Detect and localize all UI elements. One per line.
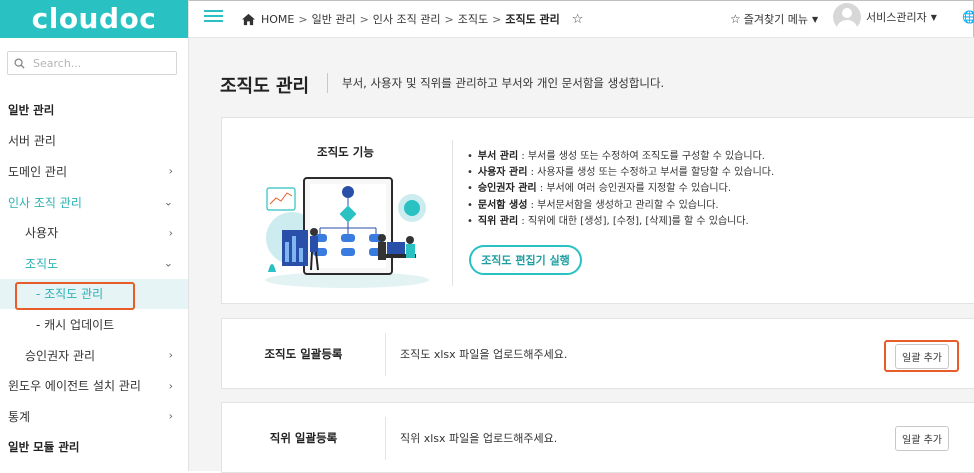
features-divider xyxy=(452,140,453,286)
favorites-menu[interactable]: ☆ 즐겨찾기 메뉴 ▼ xyxy=(730,11,818,27)
sidebar-item-label: 서버 관리 xyxy=(8,134,56,149)
sidebar-item-approver[interactable]: 승인권자 관리 › xyxy=(0,340,188,371)
globe-icon[interactable]: 🌐 xyxy=(962,10,974,24)
sidebar-section-modules: 일반 모듈 관리 xyxy=(8,439,80,454)
logo[interactable]: cloudoc xyxy=(32,5,157,33)
chevron-right-icon: › xyxy=(168,409,173,423)
bulk-position-description: 직위 xlsx 파일을 업로드해주세요. xyxy=(400,431,558,445)
sidebar-item-label: 도메인 관리 xyxy=(8,164,68,179)
user-menu[interactable]: 서비스관리자 ▼ xyxy=(833,3,937,31)
favorites-label: 즐겨찾기 메뉴 xyxy=(743,13,808,26)
menu-toggle-icon[interactable] xyxy=(204,7,223,25)
sidebar: cloudoc 일반 관리 서버 관리 도메인 관리 › 인사 조직 관리 ⌄ … xyxy=(0,0,189,471)
avatar xyxy=(833,3,861,31)
user-name: 서비스관리자 xyxy=(866,11,927,24)
sidebar-item-cache-update[interactable]: - 캐시 업데이트 xyxy=(0,309,188,340)
bulk-org-description: 조직도 xlsx 파일을 업로드해주세요. xyxy=(400,347,568,361)
chevron-right-icon: › xyxy=(168,164,173,178)
bulk-position-card: 직위 일괄등록 직위 xlsx 파일을 업로드해주세요. 일괄 추가 xyxy=(221,402,974,473)
row-divider xyxy=(385,417,386,460)
breadcrumb-separator: > xyxy=(359,12,369,26)
sidebar-item-orgchart-manage[interactable]: - 조직도 관리 xyxy=(0,278,188,310)
sidebar-item-hr-org[interactable]: 인사 조직 관리 ⌄ xyxy=(0,187,188,218)
sidebar-item-windows-agent[interactable]: 윈도우 에이전트 설치 관리 › xyxy=(0,370,188,401)
sidebar-item-label: - 캐시 업데이트 xyxy=(36,317,115,332)
search-input[interactable] xyxy=(31,55,161,71)
bulk-org-label: 조직도 일괄등록 xyxy=(264,346,343,361)
breadcrumb-separator: > xyxy=(444,12,454,26)
logo-bar: cloudoc xyxy=(0,0,188,38)
features-list: 부서 관리 : 부서를 생성 또는 수정하여 조직도를 구성할 수 있습니다. … xyxy=(467,149,774,230)
caret-down-icon: ▼ xyxy=(811,14,819,24)
features-title: 조직도 기능 xyxy=(317,145,374,159)
sidebar-item-label: 승인권자 관리 xyxy=(25,348,96,363)
bulk-org-add-button[interactable]: 일괄 추가 xyxy=(895,344,949,369)
breadcrumb-general[interactable]: 일반 관리 xyxy=(312,11,356,27)
sidebar-nav: 일반 관리 서버 관리 도메인 관리 › 인사 조직 관리 ⌄ 사용자 › 조직… xyxy=(0,95,188,462)
sidebar-item-label: 사용자 xyxy=(25,226,59,241)
feature-item: 직위 관리 : 직위에 대한 [생성], [수정], [삭제]를 할 수 있습니… xyxy=(467,214,774,230)
breadcrumb-separator: > xyxy=(298,12,308,26)
sidebar-item-label: 조직도 xyxy=(25,256,59,271)
search-box[interactable] xyxy=(7,51,177,75)
chevron-right-icon: › xyxy=(168,379,173,393)
bulk-position-label: 직위 일괄등록 xyxy=(269,430,338,445)
features-card: 조직도 기능 • 부서 관리: 부서를 생성 또는 수정하여 조직도를 구성할… xyxy=(221,117,974,304)
chevron-down-icon: ⌄ xyxy=(163,256,173,270)
orgchart-illustration xyxy=(265,177,429,288)
sidebar-item-domain[interactable]: 도메인 관리 › xyxy=(0,156,188,187)
top-header: HOME > 일반 관리 > 인사 조직 관리 > 조직도 > 조직도 관리 ☆… xyxy=(189,0,974,38)
row-divider xyxy=(385,333,386,376)
feature-item: 승인권자 관리 : 부서에 여러 승인권자를 지정할 수 있습니다. xyxy=(467,181,774,197)
sidebar-item-label: 윈도우 에이전트 설치 관리 xyxy=(8,379,141,394)
main-content: 조직도 관리 부서, 사용자 및 직위를 관리하고 부서와 개인 문서함을 생성… xyxy=(189,38,974,473)
page-description: 부서, 사용자 및 직위를 관리하고 부서와 개인 문서함을 생성합니다. xyxy=(342,76,665,90)
sidebar-item-stats[interactable]: 통계 › xyxy=(0,401,188,432)
sidebar-item-orgchart[interactable]: 조직도 ⌄ xyxy=(0,248,188,279)
orgchart-editor-button[interactable]: 조직도 편집기 실행 xyxy=(469,245,582,275)
breadcrumb-current: 조직도 관리 xyxy=(505,13,560,26)
sidebar-item-users[interactable]: 사용자 › xyxy=(0,217,188,248)
chevron-right-icon: › xyxy=(168,226,173,240)
feature-item: 사용자 관리 : 사용자를 생성 또는 수정하고 부서를 할당할 수 있습니다. xyxy=(467,165,774,181)
sidebar-item-label: 통계 xyxy=(8,409,31,424)
title-divider xyxy=(327,73,328,93)
star-icon[interactable]: ☆ xyxy=(572,12,584,27)
bulk-org-card: 조직도 일괄등록 조직도 xlsx 파일을 업로드해주세요. 일괄 추가 xyxy=(221,318,974,389)
sidebar-item-server[interactable]: 서버 관리 xyxy=(0,126,188,157)
feature-item: 부서 관리 : 부서를 생성 또는 수정하여 조직도를 구성할 수 있습니다. xyxy=(467,149,774,165)
home-icon[interactable] xyxy=(241,13,256,26)
bulk-position-add-button[interactable]: 일괄 추가 xyxy=(895,426,949,451)
sidebar-item-label: 인사 조직 관리 xyxy=(8,195,82,210)
page-title: 조직도 관리 xyxy=(220,76,310,97)
search-icon xyxy=(14,57,25,69)
chevron-down-icon: ⌄ xyxy=(163,195,173,209)
chevron-right-icon: › xyxy=(168,348,173,362)
highlight-box xyxy=(15,281,135,310)
feature-item: 문서함 생성 : 부서문서함을 생성하고 관리할 수 있습니다. xyxy=(467,198,774,214)
breadcrumb-home[interactable]: HOME xyxy=(261,13,294,26)
breadcrumb: HOME > 일반 관리 > 인사 조직 관리 > 조직도 > 조직도 관리 ☆ xyxy=(241,11,583,27)
breadcrumb-orgchart[interactable]: 조직도 xyxy=(458,11,488,27)
caret-down-icon: ▼ xyxy=(930,12,937,22)
sidebar-section-general: 일반 관리 xyxy=(8,103,55,118)
star-icon: ☆ xyxy=(730,12,741,26)
breadcrumb-separator: > xyxy=(492,12,502,26)
breadcrumb-hr-org[interactable]: 인사 조직 관리 xyxy=(373,11,441,27)
